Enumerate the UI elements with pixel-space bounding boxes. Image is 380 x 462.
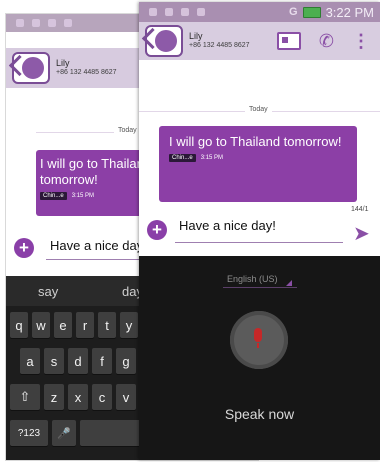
message-time: 3:15 PM (71, 193, 95, 199)
conversation-header: Lily +86 132 4485 8627 ✆ ⋮ (139, 22, 380, 60)
key-y[interactable]: y (120, 312, 138, 338)
microphone-icon (254, 328, 262, 342)
key-e[interactable]: e (54, 312, 72, 338)
dropdown-caret-icon (286, 280, 292, 286)
key-g[interactable]: g (116, 348, 136, 374)
sim-badge: Chin...e (169, 154, 196, 162)
date-label: Today (114, 127, 141, 134)
contact-phone: +86 132 4485 8627 (189, 42, 250, 49)
notification-icon (197, 8, 205, 16)
status-right: G 3:22 PM (289, 5, 380, 20)
key-a[interactable]: a (20, 348, 40, 374)
notification-icon (48, 19, 56, 27)
back-button[interactable] (8, 52, 50, 84)
notification-icon (16, 19, 24, 27)
symbols-key[interactable]: ?123 (10, 420, 48, 446)
message-meta: Chin...e 3:15 PM (169, 154, 357, 162)
contact-phone: +86 132 4485 8627 (56, 69, 117, 76)
voice-input-panel: English (US) Speak now (139, 256, 380, 460)
contact-info: Lily +86 132 4485 8627 (189, 31, 250, 51)
status-bar: G 3:22 PM (139, 2, 380, 22)
header-actions: ✆ ⋮ (276, 32, 380, 50)
message-time: 3:15 PM (200, 155, 224, 161)
plus-icon: + (19, 238, 29, 257)
language-underline (223, 287, 297, 288)
key-s[interactable]: s (44, 348, 64, 374)
sim-badge: Chin...e (40, 192, 67, 200)
notification-icons (139, 8, 205, 16)
send-icon[interactable]: ➤ (353, 224, 370, 244)
call-icon[interactable]: ✆ (319, 32, 334, 50)
input-underline (175, 242, 343, 243)
key-f[interactable]: f (92, 348, 112, 374)
voice-mic-button[interactable] (230, 311, 288, 369)
contact-info: Lily +86 132 4485 8627 (56, 58, 117, 78)
notification-icon (149, 8, 157, 16)
suggestion-item[interactable]: say (38, 284, 58, 299)
notification-icon (165, 8, 173, 16)
key-w[interactable]: w (32, 312, 50, 338)
notification-icon (64, 19, 72, 27)
key-q[interactable]: q (10, 312, 28, 338)
voice-language-select[interactable]: English (US) (227, 274, 278, 284)
plus-icon: + (152, 220, 162, 239)
contact-name: Lily (56, 58, 70, 68)
message-bubble[interactable]: I will go to Thailand tomorrow! Chin...e… (159, 126, 357, 202)
contact-name: Lily (189, 31, 203, 41)
microphone-stand-icon (257, 343, 259, 348)
notification-icon (181, 8, 189, 16)
mic-key-icon[interactable]: 🎤 (52, 420, 76, 446)
back-button[interactable] (141, 25, 183, 57)
status-time: 3:22 PM (325, 4, 374, 20)
char-counter: 144/1 (351, 206, 369, 213)
key-c[interactable]: c (92, 384, 112, 410)
contact-card-icon[interactable] (276, 32, 301, 50)
key-x[interactable]: x (68, 384, 88, 410)
attach-button[interactable]: + (14, 238, 34, 258)
key-v[interactable]: v (116, 384, 136, 410)
key-z[interactable]: z (44, 384, 64, 410)
key-d[interactable]: d (68, 348, 88, 374)
more-options-icon[interactable]: ⋮ (352, 32, 370, 50)
message-text: I will go to Thailand tomorrow! (169, 134, 342, 149)
date-label: Today (245, 106, 272, 113)
message-input[interactable]: Have a nice day (50, 238, 143, 253)
notification-icon (32, 19, 40, 27)
shift-key[interactable]: ⇧ (10, 384, 40, 410)
notification-icons (6, 19, 72, 27)
speak-now-prompt: Speak now (224, 406, 295, 422)
battery-icon (302, 6, 321, 18)
key-r[interactable]: r (76, 312, 94, 338)
network-indicator: G (289, 6, 298, 18)
front-phone-screen: G 3:22 PM Lily +86 132 4485 8627 ✆ ⋮ Tod… (139, 2, 380, 460)
message-input[interactable]: Have a nice day! (179, 218, 276, 233)
key-t[interactable]: t (98, 312, 116, 338)
attach-button[interactable]: + (147, 220, 167, 240)
